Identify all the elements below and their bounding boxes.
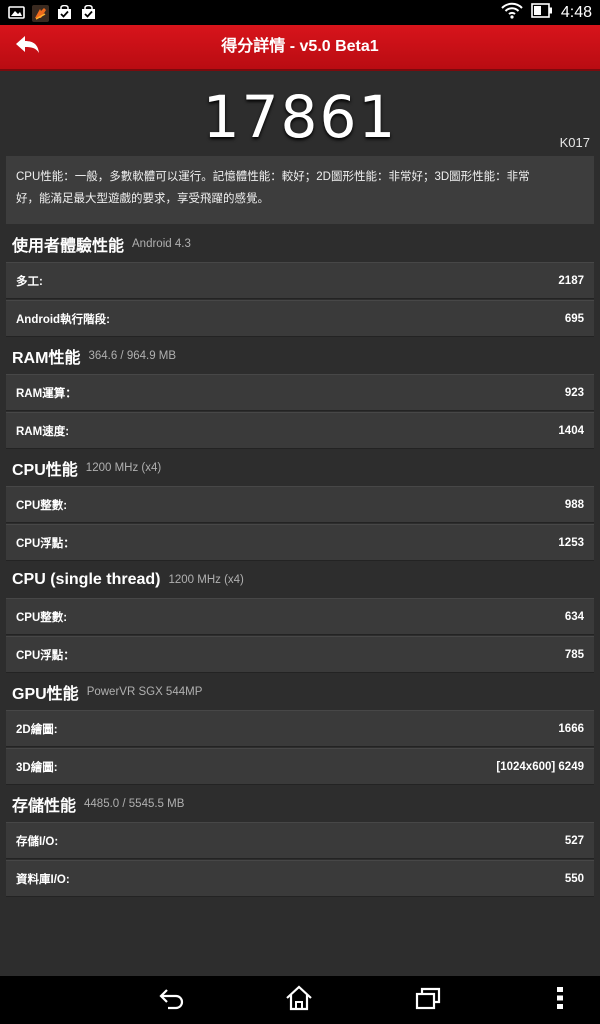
row-value: 1404 bbox=[558, 424, 584, 437]
total-score: 17861 bbox=[202, 83, 398, 151]
row-value: 785 bbox=[564, 648, 584, 661]
section-subtitle: 4485.0 / 5545.5 MB bbox=[84, 798, 185, 810]
section-subtitle: Android 4.3 bbox=[132, 238, 191, 250]
section-title: CPU (single thread) bbox=[12, 571, 161, 588]
device-model: K017 bbox=[559, 135, 590, 150]
section-title: RAM性能 bbox=[12, 350, 81, 367]
section-storage: 存儲性能 4485.0 / 5545.5 MB 存儲I/O: 527 資料庫I/… bbox=[6, 786, 594, 897]
score-row: 多工: 2187 bbox=[6, 262, 594, 299]
row-value: 695 bbox=[564, 312, 584, 325]
row-label: CPU浮點： bbox=[16, 649, 75, 662]
score-row: CPU浮點： 785 bbox=[6, 636, 594, 673]
page-title: 得分詳情 - v5.0 Beta1 bbox=[221, 38, 379, 55]
section-title: 使用者體驗性能 bbox=[12, 238, 125, 255]
section-cpu-single-thread: CPU (single thread) 1200 MHz (x4) CPU整數:… bbox=[6, 562, 594, 673]
row-label: RAM速度: bbox=[16, 425, 70, 438]
score-details: 使用者體驗性能 Android 4.3 多工: 2187 Android執行階段… bbox=[6, 226, 594, 898]
score-row: CPU整數: 634 bbox=[6, 598, 594, 635]
home-icon bbox=[285, 985, 313, 1016]
row-value: 634 bbox=[564, 610, 584, 623]
recent-apps-icon bbox=[414, 986, 442, 1015]
row-value: 1253 bbox=[558, 536, 584, 549]
section-subtitle: 1200 MHz (x4) bbox=[168, 574, 244, 586]
wifi-icon bbox=[501, 2, 523, 24]
overflow-menu-button[interactable] bbox=[540, 984, 580, 1016]
section-gpu: GPU性能 PowerVR SGX 544MP 2D繪圖: 1666 3D繪圖:… bbox=[6, 674, 594, 785]
row-label: CPU整數: bbox=[16, 611, 68, 624]
score-row: RAM速度: 1404 bbox=[6, 412, 594, 449]
section-ux: 使用者體驗性能 Android 4.3 多工: 2187 Android執行階段… bbox=[6, 226, 594, 337]
section-header: CPU性能 1200 MHz (x4) bbox=[6, 450, 594, 486]
section-subtitle: PowerVR SGX 544MP bbox=[86, 686, 203, 698]
section-header: CPU (single thread) 1200 MHz (x4) bbox=[6, 562, 594, 598]
section-subtitle: 364.6 / 964.9 MB bbox=[88, 350, 177, 362]
section-subtitle: 1200 MHz (x4) bbox=[85, 462, 162, 474]
score-header: 17861 K017 bbox=[0, 71, 600, 156]
shopping-bag-icon bbox=[56, 4, 73, 20]
section-header: 使用者體驗性能 Android 4.3 bbox=[6, 226, 594, 262]
section-ram: RAM性能 364.6 / 964.9 MB RAM運算： 923 RAM速度:… bbox=[6, 338, 594, 449]
row-value: 550 bbox=[564, 872, 584, 885]
section-header: GPU性能 PowerVR SGX 544MP bbox=[6, 674, 594, 710]
description-line: CPU性能：一般，多數軟體可以運行。記憶體性能：較好；2D圖形性能：非常好；3D… bbox=[16, 171, 530, 183]
row-label: RAM運算： bbox=[16, 387, 77, 400]
score-row: RAM運算： 923 bbox=[6, 374, 594, 411]
section-header: 存儲性能 4485.0 / 5545.5 MB bbox=[6, 786, 594, 822]
score-row: CPU浮點： 1253 bbox=[6, 524, 594, 561]
overflow-menu-icon bbox=[556, 986, 564, 1015]
nav-home-button[interactable] bbox=[279, 984, 319, 1016]
back-icon bbox=[158, 986, 186, 1015]
title-bar: 得分詳情 - v5.0 Beta1 bbox=[0, 25, 600, 71]
section-title: GPU性能 bbox=[12, 686, 79, 703]
app-icon bbox=[32, 5, 49, 22]
row-label: Android執行階段: bbox=[16, 313, 110, 326]
row-label: CPU整數: bbox=[16, 499, 68, 512]
row-value: 527 bbox=[564, 834, 584, 847]
nav-back-button[interactable] bbox=[152, 984, 192, 1016]
row-label: 3D繪圖: bbox=[16, 761, 58, 774]
battery-icon bbox=[531, 2, 553, 23]
clock: 4:48 bbox=[560, 3, 592, 21]
navigation-bar bbox=[0, 976, 600, 1024]
nav-recent-apps-button[interactable] bbox=[408, 984, 448, 1016]
row-value: [1024x600] 6249 bbox=[496, 760, 584, 773]
row-value: 2187 bbox=[558, 274, 584, 287]
row-value: 923 bbox=[564, 386, 584, 399]
section-title: CPU性能 bbox=[12, 462, 78, 479]
status-bar: 4:48 bbox=[0, 0, 600, 25]
score-row: 存儲I/O: 527 bbox=[6, 822, 594, 859]
row-value: 988 bbox=[564, 498, 584, 511]
row-value: 1666 bbox=[558, 722, 584, 735]
notification-icons bbox=[0, 4, 97, 22]
score-row: CPU整數: 988 bbox=[6, 486, 594, 523]
score-description: CPU性能：一般，多數軟體可以運行。記憶體性能：較好；2D圖形性能：非常好；3D… bbox=[6, 156, 594, 224]
image-icon bbox=[8, 5, 25, 20]
shopping-bag-icon bbox=[80, 4, 97, 20]
section-title: 存儲性能 bbox=[12, 798, 77, 815]
row-label: 資料庫I/O: bbox=[16, 873, 70, 886]
score-row: Android執行階段: 695 bbox=[6, 300, 594, 337]
score-row: 資料庫I/O: 550 bbox=[6, 860, 594, 897]
description-line: 好，能滿足最大型遊戲的要求，享受飛躍的感覺。 bbox=[16, 193, 269, 205]
row-label: 2D繪圖: bbox=[16, 723, 58, 736]
row-label: 多工: bbox=[16, 275, 43, 288]
score-row: 2D繪圖: 1666 bbox=[6, 710, 594, 747]
section-cpu: CPU性能 1200 MHz (x4) CPU整數: 988 CPU浮點： 12… bbox=[6, 450, 594, 561]
score-row: 3D繪圖: [1024x600] 6249 bbox=[6, 748, 594, 785]
system-icons: 4:48 bbox=[501, 2, 600, 24]
section-header: RAM性能 364.6 / 964.9 MB bbox=[6, 338, 594, 374]
row-label: 存儲I/O: bbox=[16, 835, 59, 848]
row-label: CPU浮點： bbox=[16, 537, 75, 550]
